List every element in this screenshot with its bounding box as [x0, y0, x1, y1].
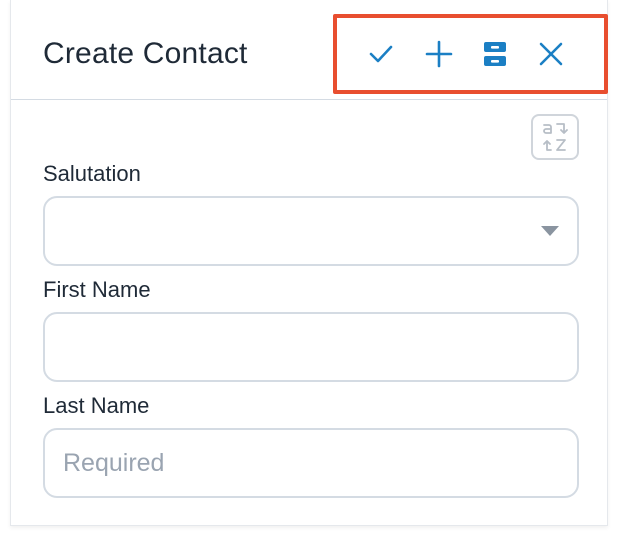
salutation-select[interactable]	[43, 196, 579, 266]
last-name-placeholder: Required	[63, 449, 165, 477]
salutation-label: Salutation	[43, 161, 141, 186]
panel-header: Create Contact	[11, 0, 608, 100]
save-and-edit-button[interactable]	[477, 36, 513, 72]
sort-fields-button[interactable]	[531, 114, 579, 160]
close-button[interactable]	[533, 36, 569, 72]
last-name-label: Last Name	[43, 393, 150, 418]
first-name-field[interactable]	[43, 312, 579, 382]
create-contact-panel: Create Contact Salutation First Name Las…	[10, 0, 608, 526]
split-box-icon	[484, 42, 506, 66]
close-icon	[539, 42, 563, 66]
check-icon	[369, 45, 393, 63]
save-and-new-button[interactable]	[421, 36, 457, 72]
sort-az-icon	[543, 123, 568, 151]
first-name-label: First Name	[43, 277, 151, 302]
save-button[interactable]	[363, 36, 399, 72]
chevron-down-icon	[541, 226, 559, 236]
last-name-field[interactable]: Required	[43, 428, 579, 498]
plus-icon	[425, 40, 453, 68]
page-title: Create Contact	[43, 37, 248, 70]
